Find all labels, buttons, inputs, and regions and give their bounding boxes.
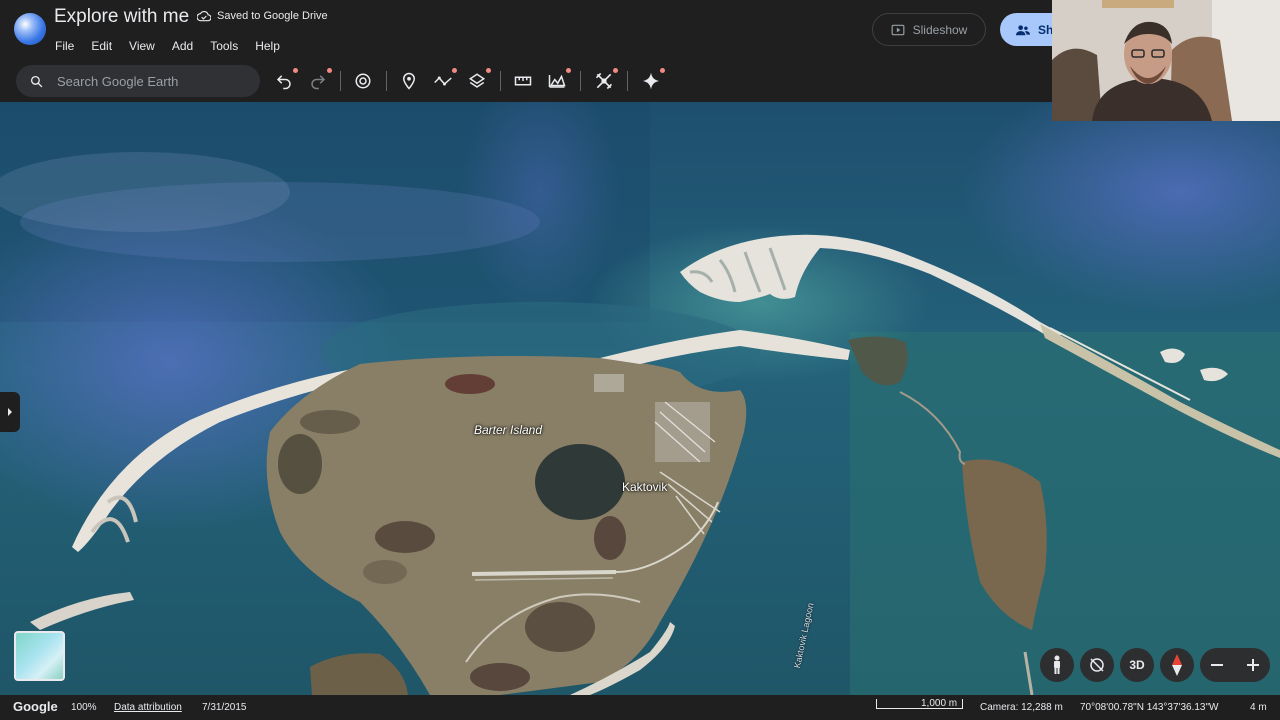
toolbar-divider	[580, 71, 581, 91]
zoom-in-button[interactable]	[1236, 648, 1270, 682]
search-icon	[30, 75, 43, 87]
no-tilt-icon	[1090, 658, 1104, 672]
project-title[interactable]: Explore with me	[54, 6, 189, 28]
ai-sparkle-icon[interactable]	[640, 68, 665, 92]
save-status: Saved to Google Drive	[197, 10, 328, 22]
satellite-icon[interactable]	[593, 68, 618, 92]
imagery-date: 7/31/2015	[202, 702, 247, 713]
pegman-button[interactable]	[1040, 648, 1074, 682]
notification-dot	[613, 68, 618, 73]
notification-dot	[327, 68, 332, 73]
zoom-percentage[interactable]: 100%	[71, 702, 97, 713]
status-bar: Google 100% Data attribution 7/31/2015 1…	[0, 695, 1280, 720]
notification-dot	[452, 68, 457, 73]
toggle-tilt-button[interactable]	[1080, 648, 1114, 682]
placemark-icon[interactable]	[398, 70, 420, 92]
scale-label: 1,000 m	[921, 698, 958, 709]
toolbar-divider	[386, 71, 387, 91]
ground-elevation: 4 m	[1250, 702, 1267, 713]
minus-icon	[1211, 664, 1223, 666]
sidebar-toggle[interactable]	[0, 392, 20, 432]
google-brand: Google	[13, 699, 58, 714]
map-label-barter-island[interactable]: Barter Island	[474, 423, 542, 437]
satellite-map[interactable]: Barter Island Kaktovik Kaktovik Lagoon	[0, 102, 1280, 695]
presenter-video	[1052, 0, 1280, 121]
menu-tools[interactable]: Tools	[210, 39, 247, 53]
elevation-icon[interactable]	[546, 68, 571, 92]
history-icon[interactable]	[352, 70, 374, 92]
toolbar-divider	[627, 71, 628, 91]
slideshow-label: Slideshow	[912, 22, 968, 37]
toolbar-divider	[500, 71, 501, 91]
menu-edit[interactable]: Edit	[91, 39, 121, 53]
menu-bar: File Edit View Add Tools Help	[55, 39, 297, 53]
people-icon	[1016, 24, 1030, 35]
search-box[interactable]: Search Google Earth	[16, 65, 260, 97]
google-earth-logo[interactable]	[14, 13, 46, 45]
menu-add[interactable]: Add	[172, 39, 202, 53]
pegman-icon	[1054, 655, 1060, 674]
save-status-text: Saved to Google Drive	[217, 10, 328, 22]
menu-file[interactable]: File	[55, 39, 83, 53]
plus-icon	[1247, 659, 1259, 671]
measure-icon[interactable]	[512, 70, 534, 92]
map-label-kaktovik[interactable]: Kaktovik	[622, 480, 667, 494]
slideshow-icon	[891, 24, 905, 35]
webcam-overlay	[1052, 0, 1280, 121]
redo-icon[interactable]	[307, 68, 332, 92]
zoom-out-button[interactable]	[1200, 648, 1234, 682]
chevron-right-icon	[8, 408, 12, 416]
camera-altitude: Camera: 12,288 m	[980, 702, 1063, 713]
undo-icon[interactable]	[273, 68, 298, 92]
view-3d-button[interactable]: 3D	[1120, 648, 1154, 682]
toolbar-divider	[340, 71, 341, 91]
compass-icon	[1172, 654, 1182, 676]
cloud-done-icon	[197, 11, 211, 22]
compass-button[interactable]	[1160, 648, 1194, 682]
satellite-imagery	[0, 102, 1280, 695]
menu-help[interactable]: Help	[255, 39, 289, 53]
search-input[interactable]: Search Google Earth	[57, 74, 178, 89]
zoom-controls	[1200, 648, 1270, 682]
menu-view[interactable]: View	[129, 39, 164, 53]
slideshow-button[interactable]: Slideshow	[872, 13, 986, 46]
notification-dot	[566, 68, 571, 73]
data-attribution-link[interactable]: Data attribution	[114, 702, 182, 713]
layers-icon[interactable]	[466, 68, 491, 92]
coordinates: 70°08'00.78"N 143°37'36.13"W	[1080, 702, 1219, 713]
notification-dot	[486, 68, 491, 73]
notification-dot	[293, 68, 298, 73]
notification-dot	[660, 68, 665, 73]
path-icon[interactable]	[432, 68, 457, 92]
map-style-thumbnail[interactable]	[14, 631, 65, 681]
